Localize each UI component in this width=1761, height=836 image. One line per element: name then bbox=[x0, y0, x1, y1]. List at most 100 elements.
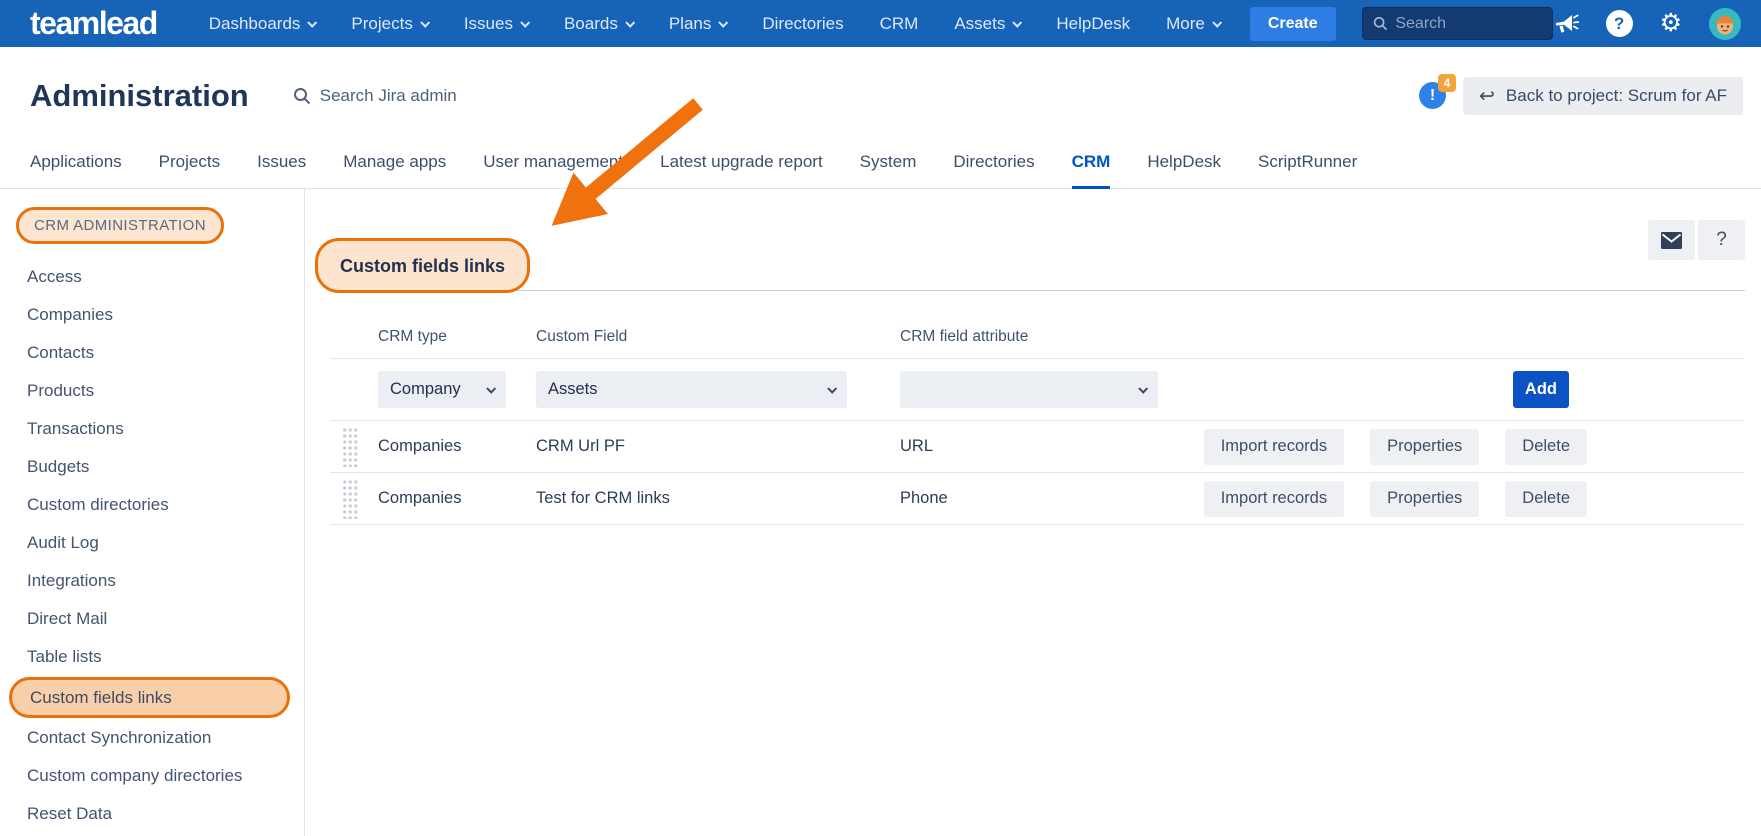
chevron-down-icon bbox=[486, 384, 496, 394]
table-row: Companies Test for CRM links Phone Impor… bbox=[330, 473, 1745, 525]
table-header-row: CRM type Custom Field CRM field attribut… bbox=[330, 315, 1745, 359]
sidebar-item-contacts[interactable]: Contacts bbox=[0, 334, 304, 372]
content-title: Custom fields links bbox=[315, 238, 530, 293]
sidebar-item-integrations[interactable]: Integrations bbox=[0, 562, 304, 600]
tab-system[interactable]: System bbox=[860, 139, 917, 189]
content-header: Custom fields links bbox=[330, 189, 1745, 311]
custom-field-select-value: Assets bbox=[548, 380, 598, 399]
import-records-button[interactable]: Import records bbox=[1204, 429, 1344, 465]
cell-custom-field: CRM Url PF bbox=[536, 437, 900, 456]
add-button[interactable]: Add bbox=[1513, 371, 1569, 408]
nav-item-more[interactable]: More bbox=[1166, 14, 1220, 34]
nav-item-helpdesk[interactable]: HelpDesk bbox=[1056, 14, 1130, 34]
gear-icon[interactable]: ⚙ bbox=[1660, 11, 1682, 36]
nav-label: Assets bbox=[954, 14, 1005, 34]
admin-header-right: ! 4 ↩ Back to project: Scrum for AF bbox=[1419, 77, 1743, 115]
chevron-down-icon bbox=[719, 18, 729, 28]
sidebar-list: Access Companies Contacts Products Trans… bbox=[0, 258, 304, 833]
teamlead-logo[interactable]: teamlead bbox=[30, 5, 157, 42]
sidebar-item-access[interactable]: Access bbox=[0, 258, 304, 296]
nav-item-directories[interactable]: Directories bbox=[762, 14, 843, 34]
nav-item-projects[interactable]: Projects bbox=[351, 14, 427, 34]
drag-handle-icon[interactable] bbox=[342, 427, 358, 467]
help-icon[interactable]: ? bbox=[1606, 10, 1633, 37]
sidebar-item-transactions[interactable]: Transactions bbox=[0, 410, 304, 448]
tab-applications[interactable]: Applications bbox=[30, 139, 122, 189]
drag-handle-icon[interactable] bbox=[342, 479, 358, 519]
custom-field-select[interactable]: Assets bbox=[536, 371, 847, 408]
cell-crm-type: Companies bbox=[378, 489, 536, 508]
crm-type-select-value: Company bbox=[390, 380, 461, 399]
cell-crm-type: Companies bbox=[378, 437, 536, 456]
back-to-project-button[interactable]: ↩ Back to project: Scrum for AF bbox=[1463, 77, 1743, 115]
sidebar-item-custom-directories[interactable]: Custom directories bbox=[0, 486, 304, 524]
col-header-crm-type: CRM type bbox=[378, 328, 536, 346]
tab-directories[interactable]: Directories bbox=[953, 139, 1034, 189]
sidebar-item-audit-log[interactable]: Audit Log bbox=[0, 524, 304, 562]
tab-user-management[interactable]: User management bbox=[483, 139, 623, 189]
tab-projects[interactable]: Projects bbox=[159, 139, 220, 189]
crm-field-attribute-select[interactable] bbox=[900, 371, 1158, 408]
chevron-down-icon bbox=[308, 18, 318, 28]
crm-admin-sidebar: CRM ADMINISTRATION Access Companies Cont… bbox=[0, 189, 305, 836]
navbar-search-input[interactable] bbox=[1395, 15, 1541, 33]
tab-crm[interactable]: CRM bbox=[1072, 139, 1111, 189]
create-button[interactable]: Create bbox=[1250, 7, 1336, 41]
nav-label: HelpDesk bbox=[1056, 14, 1130, 34]
sidebar-item-reset-data[interactable]: Reset Data bbox=[0, 795, 304, 833]
navbar-search-box[interactable] bbox=[1362, 7, 1553, 40]
navbar-icons: ? ⚙ bbox=[1553, 8, 1741, 40]
properties-button[interactable]: Properties bbox=[1370, 429, 1479, 465]
top-navbar: teamlead Dashboards Projects Issues Boar… bbox=[0, 0, 1761, 47]
nav-item-assets[interactable]: Assets bbox=[954, 14, 1020, 34]
sidebar-item-companies[interactable]: Companies bbox=[0, 296, 304, 334]
sidebar-item-budgets[interactable]: Budgets bbox=[0, 448, 304, 486]
chevron-down-icon bbox=[827, 384, 837, 394]
nav-item-crm[interactable]: CRM bbox=[880, 14, 919, 34]
nav-item-plans[interactable]: Plans bbox=[669, 14, 727, 34]
avatar[interactable] bbox=[1709, 8, 1741, 40]
nav-label: Directories bbox=[762, 14, 843, 34]
nav-label: Issues bbox=[464, 14, 513, 34]
sidebar-item-contact-synchronization[interactable]: Contact Synchronization bbox=[0, 719, 304, 757]
search-icon bbox=[1373, 15, 1388, 32]
delete-button[interactable]: Delete bbox=[1505, 481, 1587, 517]
tab-issues[interactable]: Issues bbox=[257, 139, 306, 189]
chevron-down-icon bbox=[520, 18, 530, 28]
sidebar-item-products[interactable]: Products bbox=[0, 372, 304, 410]
nav-label: CRM bbox=[880, 14, 919, 34]
sidebar-item-custom-fields-links[interactable]: Custom fields links bbox=[9, 677, 290, 718]
chevron-down-icon bbox=[1138, 384, 1148, 394]
delete-button[interactable]: Delete bbox=[1505, 429, 1587, 465]
properties-button[interactable]: Properties bbox=[1370, 481, 1479, 517]
cell-crm-field-attribute: URL bbox=[900, 437, 1190, 456]
crm-type-select[interactable]: Company bbox=[378, 371, 506, 408]
tab-manage-apps[interactable]: Manage apps bbox=[343, 139, 446, 189]
nav-item-issues[interactable]: Issues bbox=[464, 14, 528, 34]
nav-label: Dashboards bbox=[209, 14, 301, 34]
sidebar-item-table-lists[interactable]: Table lists bbox=[0, 638, 304, 676]
admin-search[interactable]: Search Jira admin bbox=[293, 86, 457, 106]
main-content: ? Custom fields links CRM type Custom Fi… bbox=[305, 189, 1761, 836]
tab-helpdesk[interactable]: HelpDesk bbox=[1147, 139, 1221, 189]
chevron-down-icon bbox=[1013, 18, 1023, 28]
sidebar-item-direct-mail[interactable]: Direct Mail bbox=[0, 600, 304, 638]
sidebar-item-custom-company-directories[interactable]: Custom company directories bbox=[0, 757, 304, 795]
sidebar-section-title: CRM ADMINISTRATION bbox=[16, 207, 224, 244]
page: teamlead Dashboards Projects Issues Boar… bbox=[0, 0, 1761, 836]
nav-label: Projects bbox=[351, 14, 412, 34]
megaphone-icon[interactable] bbox=[1553, 12, 1579, 36]
table-row: Companies CRM Url PF URL Import records … bbox=[330, 421, 1745, 473]
nav-label: Boards bbox=[564, 14, 618, 34]
col-header-custom-field: Custom Field bbox=[536, 328, 900, 346]
header-divider bbox=[330, 290, 1745, 291]
tab-scriptrunner[interactable]: ScriptRunner bbox=[1258, 139, 1357, 189]
nav-item-boards[interactable]: Boards bbox=[564, 14, 633, 34]
admin-tabbar: Applications Projects Issues Manage apps… bbox=[0, 139, 1761, 189]
navbar-menu: Dashboards Projects Issues Boards Plans … bbox=[209, 14, 1220, 34]
notifications[interactable]: ! 4 bbox=[1419, 82, 1447, 110]
back-arrow-icon: ↩ bbox=[1479, 87, 1495, 106]
nav-item-dashboards[interactable]: Dashboards bbox=[209, 14, 316, 34]
import-records-button[interactable]: Import records bbox=[1204, 481, 1344, 517]
tab-latest-upgrade-report[interactable]: Latest upgrade report bbox=[660, 139, 823, 189]
